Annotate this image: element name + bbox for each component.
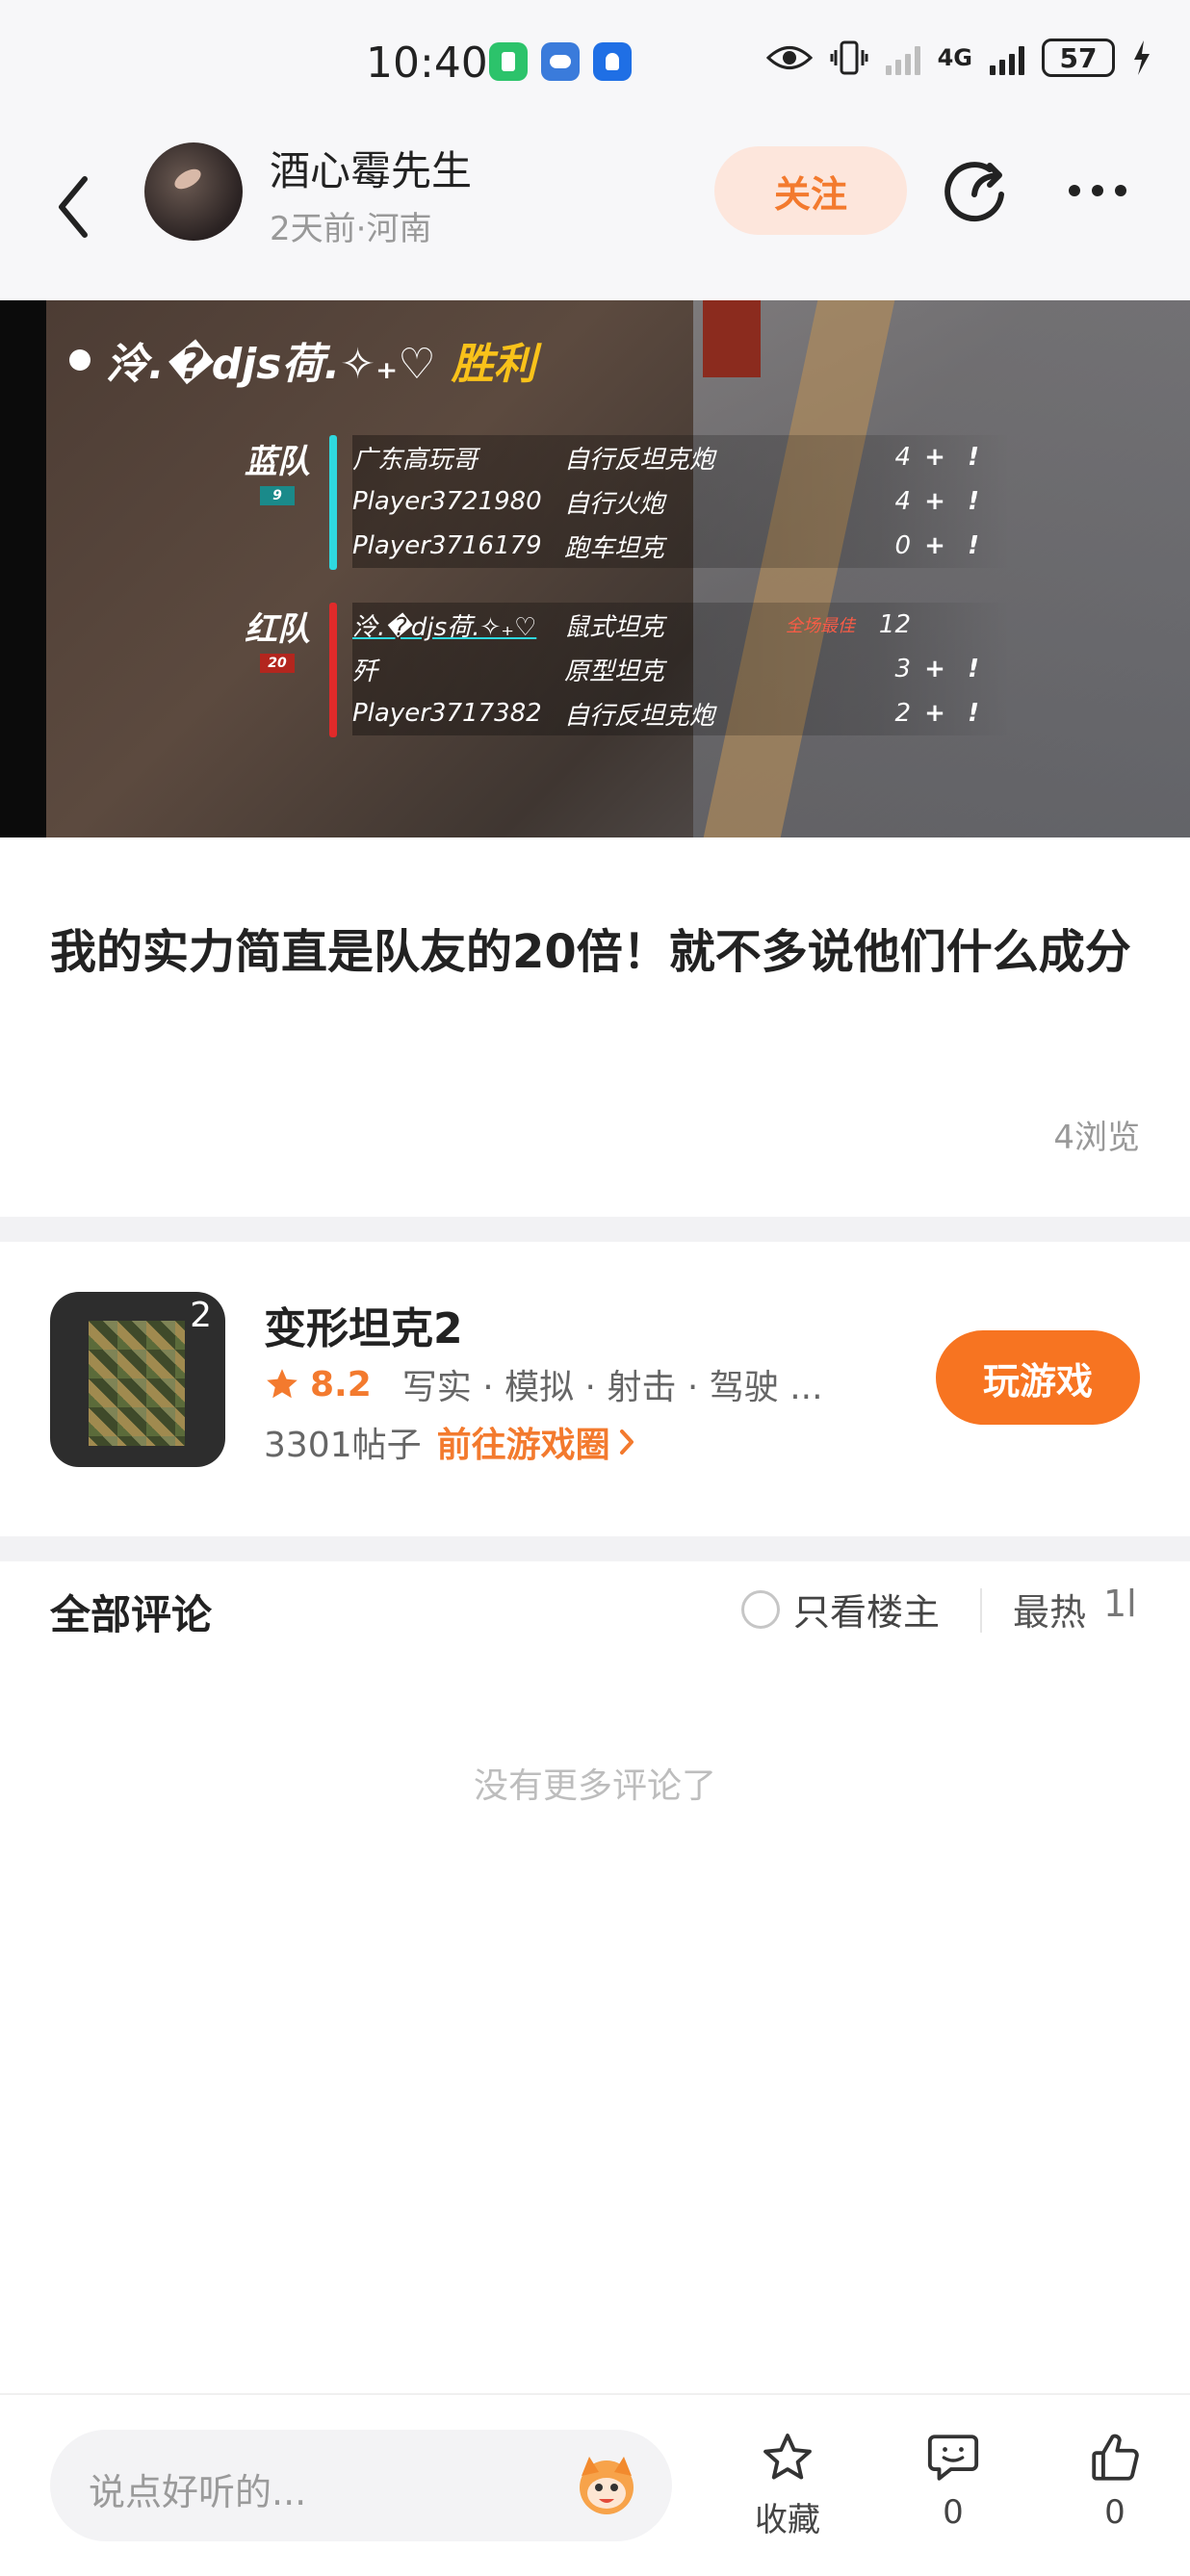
weather-icon (541, 42, 580, 81)
game-card[interactable]: 2 变形坦克2 8.2 写实 · 模拟 · 射击 · 驾驶 ... 3301帖子… (0, 1242, 1190, 1536)
sort-hot-tab[interactable]: 最热 (1013, 1583, 1086, 1636)
scoreboard: 蓝队 9 广东高玩哥 自行反坦克炮 4 +! Player3721980 自行火炮 4 +! … (241, 435, 1011, 770)
network-type: 4G (937, 44, 972, 71)
share-icon[interactable] (942, 156, 1011, 225)
red-team: 红队 20 泠.�djs荷.✧₊♡ 鼠式坦克 全场最佳 12 歼原型坦克 3 +! Play… (241, 603, 1011, 737)
favorite-button[interactable]: 收藏 (730, 2430, 845, 2540)
app-notification-icon (489, 42, 528, 81)
game-rating: 8.2 (310, 1364, 372, 1404)
notification-icons (489, 42, 632, 81)
status-bar: 10:40 4G 57 (0, 0, 1190, 125)
post-title: 我的实力简直是队友的20倍！就不多说他们什么成分 (50, 925, 1131, 979)
game-name[interactable]: 变形坦克2 (264, 1294, 463, 1355)
team-score: 20 (260, 654, 295, 673)
star-rating-icon (267, 1369, 298, 1399)
bottom-action-bar: 说点好听的... 收藏 0 0 (0, 2393, 1190, 2576)
comment-input[interactable]: 说点好听的... (50, 2430, 672, 2541)
comment-button[interactable]: 0 (895, 2430, 1011, 2532)
author-name[interactable]: 酒心霉先生 (270, 139, 472, 197)
signal-icon-sim1 (885, 40, 920, 75)
eye-icon (765, 46, 813, 69)
only-owner-label: 只看楼主 (793, 1591, 941, 1634)
score-row: 广东高玩哥 自行反坦克炮 4 +! (352, 435, 1011, 479)
radio-icon[interactable] (741, 1589, 780, 1629)
post-header: 酒心霉先生 2天前·河南 关注 (0, 125, 1190, 300)
battery-level: 57 (1059, 41, 1098, 74)
game-tags: 写实 · 模拟 · 射击 · 驾驶 ... (401, 1368, 823, 1407)
score-row: Player3717382 自行反坦克炮 2 +! (352, 691, 1011, 735)
score-row: 歼原型坦克 3 +! (352, 647, 1011, 691)
view-count: 4浏览 (1053, 1119, 1140, 1157)
game-posts-row: 3301帖子 前往游戏圈 (264, 1417, 635, 1467)
post-meta: 2天前·河南 (270, 210, 432, 248)
like-button[interactable]: 0 (1057, 2430, 1173, 2532)
game-app-icon[interactable]: 2 (50, 1292, 225, 1467)
score-row: 泠.�djs荷.✧₊♡ 鼠式坦克 全场最佳 12 (352, 603, 1011, 647)
sort-option-truncated[interactable]: 1l (1103, 1583, 1137, 1625)
star-outline-icon (763, 2434, 812, 2480)
post-detail-page: 10:40 4G 57 酒心霉先生 2天前·河南 关注 泠.�djs荷.✧₊♡ … (0, 0, 1190, 2576)
more-options-icon[interactable] (1069, 185, 1126, 196)
vibrate-icon (830, 40, 868, 75)
post-image[interactable]: 泠.�djs荷.✧₊♡ 胜利 蓝队 9 广东高玩哥 自行反坦克炮 4 +! Player… (0, 300, 1190, 837)
charging-icon (1134, 40, 1150, 75)
match-result-title: 泠.�djs荷.✧₊♡ 胜利 (69, 329, 536, 391)
lightbulb-icon (593, 42, 632, 81)
no-more-comments: 没有更多评论了 (473, 1766, 716, 1806)
comment-placeholder: 说点好听的... (89, 2471, 307, 2513)
signal-icon-sim2 (990, 40, 1024, 75)
comment-count: 0 (943, 2493, 964, 2532)
team-label: 红队 20 (245, 610, 310, 673)
game-icon-number: 2 (190, 1296, 212, 1335)
winner-player-name: 泠.�djs荷.✧₊♡ (106, 340, 436, 389)
goto-game-circle-link[interactable]: 前往游戏圈 (437, 1417, 635, 1467)
score-row: Player3716179 跑车坦克 0 +! (352, 524, 1011, 568)
status-indicators: 4G 57 (765, 39, 1151, 77)
score-row: Player3721980 自行火炮 4 +! (352, 479, 1011, 524)
section-divider (0, 1536, 1190, 1561)
mvp-badge: 全场最佳 (786, 616, 855, 636)
play-game-button[interactable]: 玩游戏 (936, 1330, 1140, 1425)
like-count: 0 (1104, 2493, 1125, 2532)
section-divider (0, 1217, 1190, 1242)
mascot-emoji-icon[interactable] (570, 2447, 643, 2520)
match-result: 胜利 (451, 340, 536, 389)
chevron-right-icon (619, 1430, 634, 1455)
game-rating-row: 8.2 写实 · 模拟 · 射击 · 驾驶 ... (264, 1359, 823, 1409)
thumbs-up-icon (1092, 2434, 1139, 2481)
game-post-count: 3301帖子 (264, 1426, 422, 1465)
author-avatar[interactable] (144, 142, 243, 241)
follow-button[interactable]: 关注 (714, 146, 907, 235)
back-arrow-icon[interactable] (54, 173, 92, 241)
favorite-label: 收藏 (755, 2501, 820, 2539)
team-score: 9 (260, 486, 295, 505)
status-time: 10:40 (366, 39, 488, 88)
battery-icon: 57 (1042, 39, 1115, 77)
comments-header: 全部评论 只看楼主 最热 1l (0, 1561, 1190, 1667)
team-label: 蓝队 9 (245, 443, 310, 505)
only-owner-toggle[interactable]: 只看楼主 (741, 1583, 940, 1636)
comment-icon (927, 2434, 979, 2481)
blue-team: 蓝队 9 广东高玩哥 自行反坦克炮 4 +! Player3721980 自行火炮 4 +! … (241, 435, 1011, 570)
comments-title: 全部评论 (50, 1591, 213, 1638)
